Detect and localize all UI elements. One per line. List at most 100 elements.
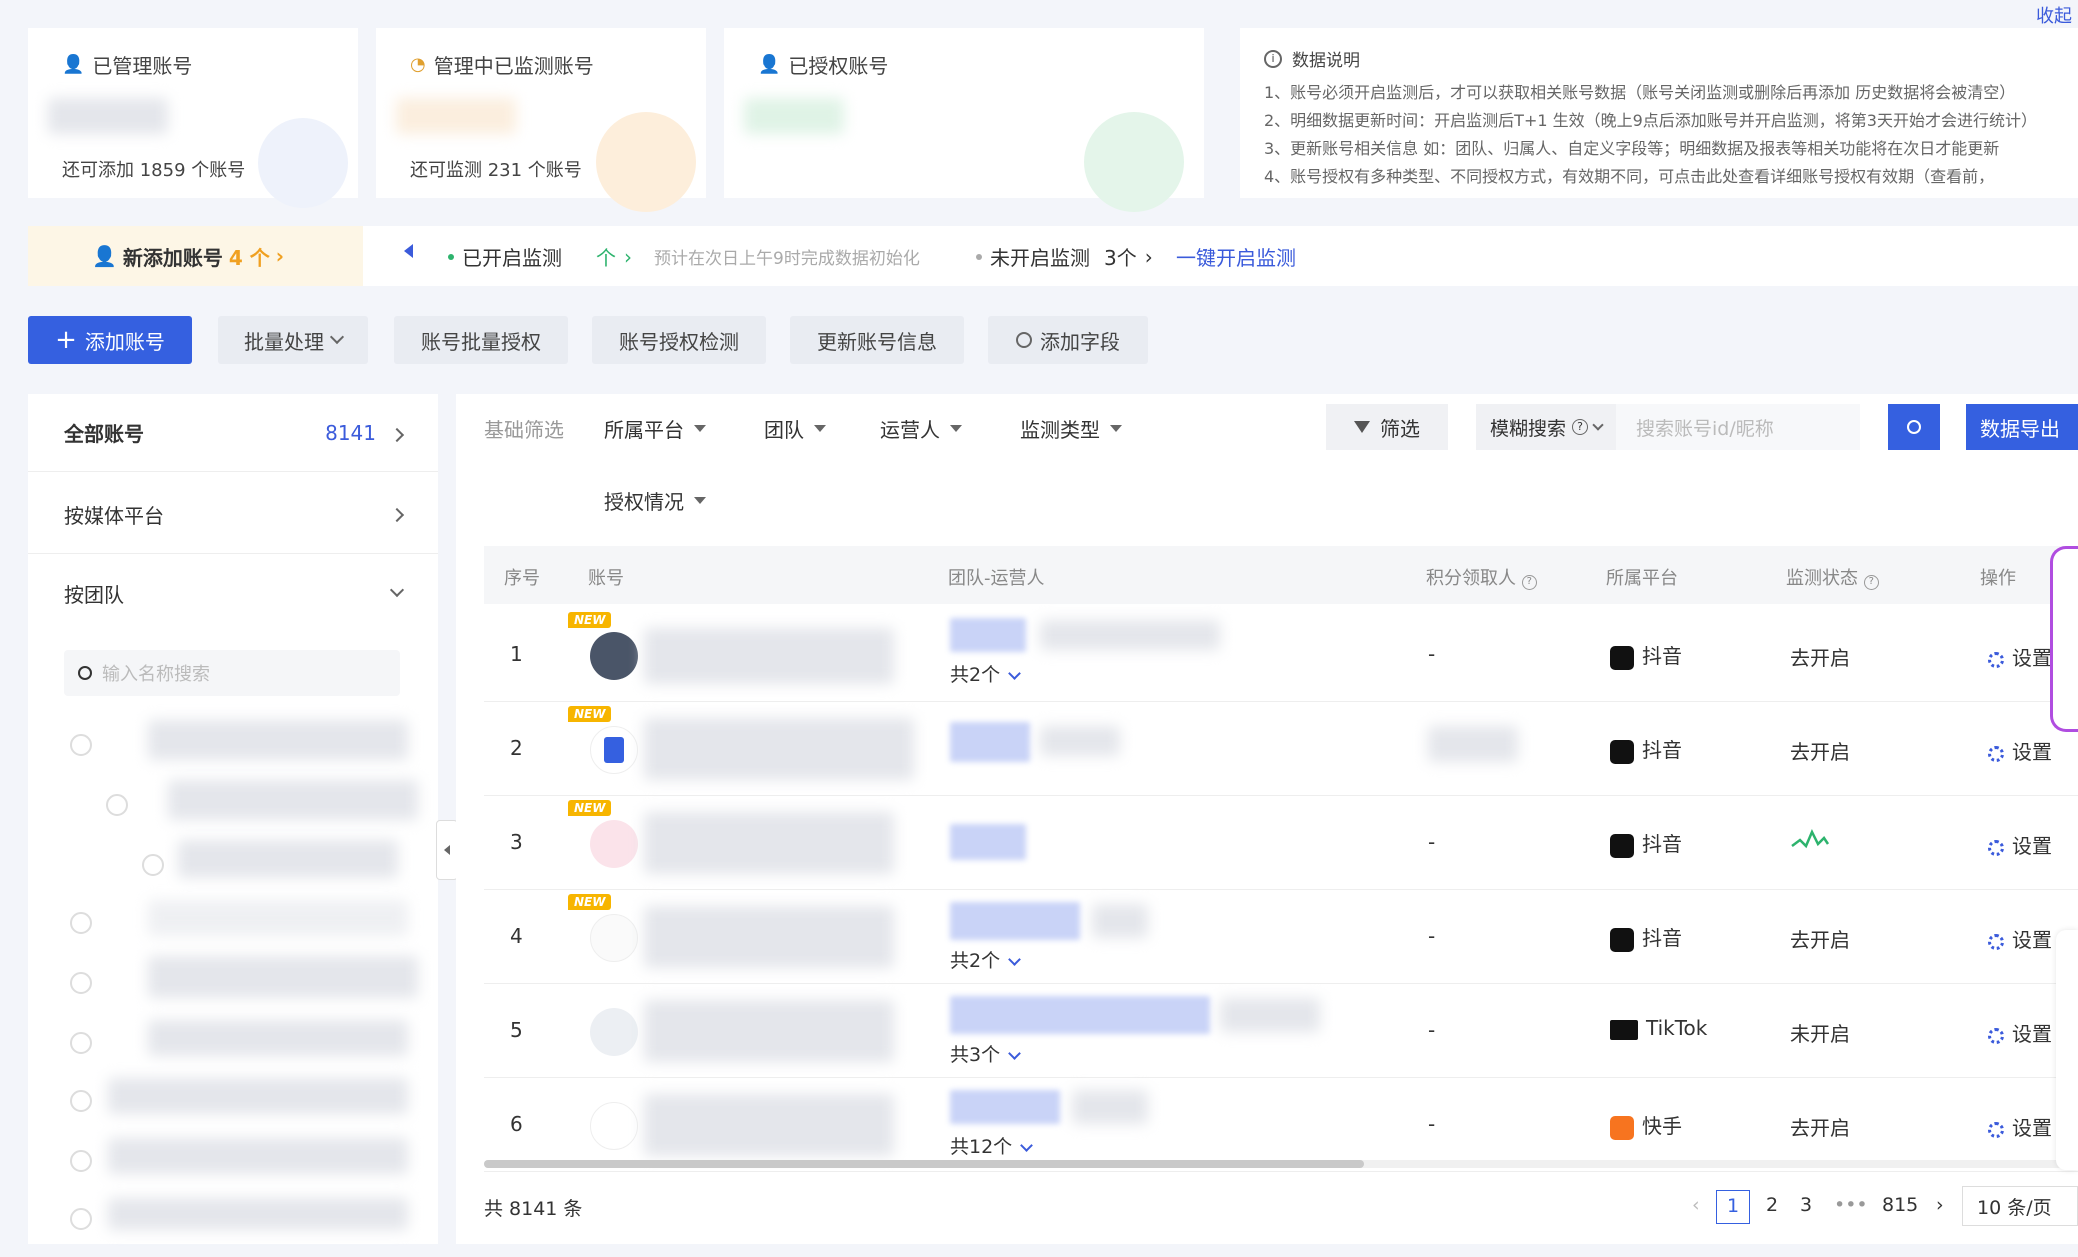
search-button[interactable] bbox=[1888, 404, 1940, 450]
gray-dot-icon bbox=[976, 253, 982, 260]
blurred-value bbox=[48, 98, 168, 134]
team-count[interactable]: 共2个 bbox=[950, 660, 1021, 687]
row-number: 1 bbox=[510, 642, 523, 666]
fuzzy-search-label: 模糊搜索 bbox=[1489, 417, 1566, 440]
tree-node-blurred[interactable] bbox=[148, 956, 418, 998]
sidebar-collapse-toggle[interactable] bbox=[436, 820, 458, 880]
sidebar-item-team[interactable]: 按团队 bbox=[28, 554, 438, 632]
settings-link[interactable]: 设置 bbox=[1988, 924, 2052, 953]
platform-filter[interactable]: 所属平台 bbox=[604, 414, 706, 443]
operator-filter[interactable]: 运营人 bbox=[880, 414, 962, 443]
page-size-select[interactable]: 10 条/页 bbox=[1962, 1186, 2078, 1226]
update-info-button[interactable]: 更新账号信息 bbox=[790, 316, 964, 364]
tree-radio[interactable] bbox=[70, 1090, 92, 1112]
settings-link[interactable]: 设置 bbox=[1988, 642, 2052, 671]
account-name-blurred[interactable] bbox=[644, 812, 894, 874]
team-filter[interactable]: 团队 bbox=[764, 414, 826, 443]
tree-radio[interactable] bbox=[70, 972, 92, 994]
tree-radio[interactable] bbox=[106, 794, 128, 816]
prev-page-icon[interactable]: ‹ bbox=[1692, 1194, 1700, 1216]
prev-arrow-icon[interactable] bbox=[404, 244, 413, 258]
table-scrollbar[interactable] bbox=[484, 1160, 2078, 1168]
add-account-button[interactable]: + 添加账号 bbox=[28, 316, 192, 364]
monitor-type-filter[interactable]: 监测类型 bbox=[1020, 414, 1122, 443]
tree-node-blurred[interactable] bbox=[148, 720, 408, 760]
new-accounts-bar: 👤 新添加账号 4 个 › 已开启监测 个 › 预计在次日上午9时完成数据初始化… bbox=[28, 226, 2078, 286]
help-icon[interactable]: ? bbox=[1521, 575, 1537, 590]
page-3[interactable]: 3 bbox=[1800, 1194, 1812, 1216]
add-field-button[interactable]: 添加字段 bbox=[988, 316, 1148, 364]
chevron-right-icon bbox=[389, 427, 405, 442]
douyin-icon bbox=[1610, 645, 1634, 670]
tree-radio[interactable] bbox=[70, 1032, 92, 1054]
enable-monitor-link[interactable]: 去开启 bbox=[1790, 642, 1850, 671]
tree-radio[interactable] bbox=[70, 1208, 92, 1230]
tree-node-blurred[interactable] bbox=[168, 780, 418, 820]
export-button[interactable]: 数据导出 bbox=[1966, 404, 2078, 450]
avatar bbox=[590, 726, 638, 774]
collapse-link[interactable]: 收起 bbox=[2036, 2, 2072, 28]
enable-monitor-link[interactable]: 去开启 bbox=[1790, 1112, 1850, 1141]
add-field-label: 添加字段 bbox=[1040, 329, 1120, 354]
account-name-blurred[interactable] bbox=[644, 628, 894, 684]
tree-radio[interactable] bbox=[142, 854, 164, 876]
col-header: 序号 bbox=[504, 568, 540, 589]
sidebar-item-all[interactable]: 全部账号 8141 bbox=[28, 394, 438, 472]
team-count[interactable]: 共2个 bbox=[950, 946, 1021, 973]
team-count[interactable]: 共12个 bbox=[950, 1132, 1034, 1159]
platform-name: 抖音 bbox=[1642, 832, 1682, 856]
tree-node-blurred[interactable] bbox=[148, 1020, 408, 1056]
enable-monitor-link[interactable]: 去开启 bbox=[1790, 736, 1850, 765]
batch-process-button[interactable]: 批量处理 bbox=[218, 316, 368, 364]
account-name-blurred[interactable] bbox=[644, 1094, 894, 1156]
tree-node-blurred[interactable] bbox=[108, 1198, 408, 1230]
account-name-blurred[interactable] bbox=[644, 718, 914, 780]
settings-link[interactable]: 设置 bbox=[1988, 1112, 2052, 1141]
auth-check-button[interactable]: 账号授权检测 bbox=[592, 316, 766, 364]
gear-icon bbox=[1988, 1121, 2004, 1138]
page-last[interactable]: 815 bbox=[1882, 1194, 1918, 1216]
monitoring-off[interactable]: 未开启监测 3个 › bbox=[976, 242, 1153, 271]
account-name-blurred[interactable] bbox=[644, 1000, 894, 1062]
page-ellipsis[interactable]: ••• bbox=[1834, 1194, 1868, 1216]
settings-link[interactable]: 设置 bbox=[1988, 830, 2052, 859]
stat-card-managed: 👤 已管理账号 还可添加 1859 个账号 bbox=[28, 28, 358, 208]
account-name-blurred[interactable] bbox=[644, 906, 894, 968]
settings-link[interactable]: 设置 bbox=[1988, 736, 2052, 765]
note-line: 3、更新账号相关信息 如：团队、归属人、自定义字段等；明细数据及报表等相关功能将… bbox=[1264, 139, 2000, 158]
assistant-floating-button[interactable] bbox=[2050, 546, 2078, 732]
scrollbar-thumb[interactable] bbox=[484, 1160, 1364, 1168]
tree-radio[interactable] bbox=[70, 1150, 92, 1172]
tree-radio[interactable] bbox=[70, 912, 92, 934]
batch-auth-button[interactable]: 账号批量授权 bbox=[394, 316, 568, 364]
fuzzy-search-select[interactable]: 模糊搜索 ? bbox=[1476, 404, 1616, 450]
settings-label: 设置 bbox=[2012, 834, 2052, 858]
monitor-active-icon[interactable] bbox=[1790, 826, 1830, 855]
team-search-input[interactable]: 输入名称搜索 bbox=[64, 650, 400, 696]
page-2[interactable]: 2 bbox=[1766, 1194, 1778, 1216]
tree-node-blurred[interactable] bbox=[148, 900, 408, 936]
operator-blurred bbox=[1040, 726, 1120, 756]
settings-link[interactable]: 设置 bbox=[1988, 1018, 2052, 1047]
one-click-monitor-link[interactable]: 一键开启监测 bbox=[1176, 242, 1296, 271]
douyin-icon bbox=[1610, 833, 1634, 858]
tree-node-blurred[interactable] bbox=[108, 1138, 408, 1174]
new-accounts-tag[interactable]: 👤 新添加账号 4 个 › bbox=[28, 226, 363, 286]
enable-monitor-link[interactable]: 去开启 bbox=[1790, 924, 1850, 953]
sidebar-item-platform[interactable]: 按媒体平台 bbox=[28, 476, 438, 554]
tree-node-blurred[interactable] bbox=[108, 1078, 408, 1114]
help-side-panel[interactable] bbox=[2056, 930, 2078, 1170]
account-search-input[interactable]: 搜索账号id/昵称 bbox=[1616, 404, 1860, 450]
operator-blurred bbox=[1040, 620, 1220, 650]
tree-radio[interactable] bbox=[70, 734, 92, 756]
col-header-text: 积分领取人 bbox=[1426, 568, 1516, 589]
tree-node-blurred[interactable] bbox=[178, 840, 398, 878]
team-count-text: 共3个 bbox=[950, 1044, 1001, 1066]
help-icon[interactable]: ? bbox=[1863, 575, 1879, 590]
page-1[interactable]: 1 bbox=[1716, 1190, 1750, 1224]
monitoring-on[interactable]: 已开启监测 个 › 预计在次日上午9时完成数据初始化 bbox=[448, 242, 920, 271]
next-page-icon[interactable]: › bbox=[1936, 1194, 1944, 1216]
team-count[interactable]: 共3个 bbox=[950, 1040, 1021, 1067]
auth-filter[interactable]: 授权情况 bbox=[604, 486, 706, 515]
filter-button[interactable]: 筛选 bbox=[1326, 404, 1448, 450]
